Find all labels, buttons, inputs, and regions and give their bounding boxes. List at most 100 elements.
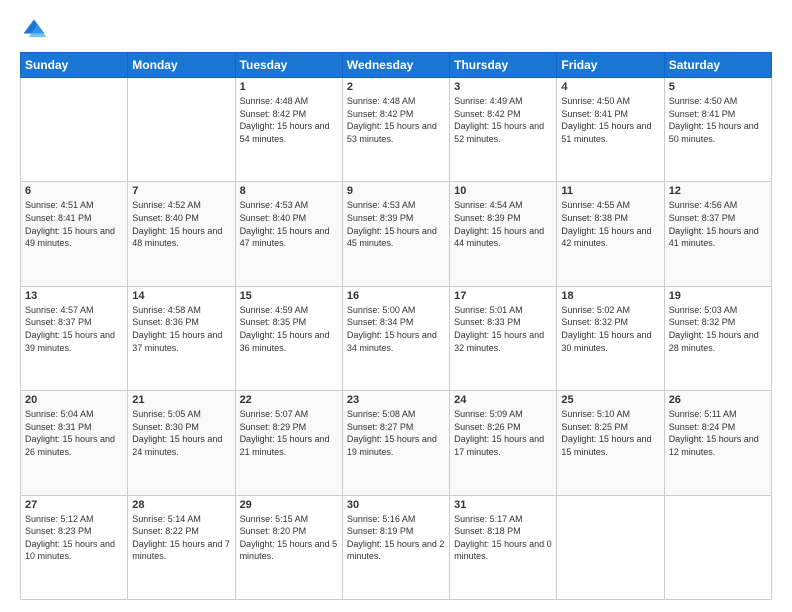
day-info: Sunrise: 5:01 AMSunset: 8:33 PMDaylight:…	[454, 305, 544, 353]
header	[20, 16, 772, 44]
day-cell	[664, 495, 771, 599]
day-number: 10	[454, 185, 552, 197]
day-info: Sunrise: 5:09 AMSunset: 8:26 PMDaylight:…	[454, 409, 544, 457]
day-cell: 1 Sunrise: 4:48 AMSunset: 8:42 PMDayligh…	[235, 78, 342, 182]
day-cell: 21 Sunrise: 5:05 AMSunset: 8:30 PMDaylig…	[128, 391, 235, 495]
day-number: 23	[347, 394, 445, 406]
day-number: 26	[669, 394, 767, 406]
day-info: Sunrise: 4:55 AMSunset: 8:38 PMDaylight:…	[561, 200, 651, 248]
day-cell: 23 Sunrise: 5:08 AMSunset: 8:27 PMDaylig…	[342, 391, 449, 495]
day-number: 16	[347, 290, 445, 302]
day-number: 14	[132, 290, 230, 302]
day-number: 20	[25, 394, 123, 406]
weekday-header-row: SundayMondayTuesdayWednesdayThursdayFrid…	[21, 53, 772, 78]
day-cell: 25 Sunrise: 5:10 AMSunset: 8:25 PMDaylig…	[557, 391, 664, 495]
day-cell: 31 Sunrise: 5:17 AMSunset: 8:18 PMDaylig…	[450, 495, 557, 599]
page: SundayMondayTuesdayWednesdayThursdayFrid…	[0, 0, 792, 612]
day-cell: 30 Sunrise: 5:16 AMSunset: 8:19 PMDaylig…	[342, 495, 449, 599]
day-info: Sunrise: 4:56 AMSunset: 8:37 PMDaylight:…	[669, 200, 759, 248]
day-info: Sunrise: 5:17 AMSunset: 8:18 PMDaylight:…	[454, 514, 552, 562]
day-number: 17	[454, 290, 552, 302]
day-cell: 15 Sunrise: 4:59 AMSunset: 8:35 PMDaylig…	[235, 286, 342, 390]
day-info: Sunrise: 5:08 AMSunset: 8:27 PMDaylight:…	[347, 409, 437, 457]
day-cell: 16 Sunrise: 5:00 AMSunset: 8:34 PMDaylig…	[342, 286, 449, 390]
day-info: Sunrise: 4:53 AMSunset: 8:39 PMDaylight:…	[347, 200, 437, 248]
day-cell: 10 Sunrise: 4:54 AMSunset: 8:39 PMDaylig…	[450, 182, 557, 286]
day-number: 11	[561, 185, 659, 197]
week-row-2: 6 Sunrise: 4:51 AMSunset: 8:41 PMDayligh…	[21, 182, 772, 286]
day-number: 9	[347, 185, 445, 197]
day-cell: 17 Sunrise: 5:01 AMSunset: 8:33 PMDaylig…	[450, 286, 557, 390]
day-info: Sunrise: 4:57 AMSunset: 8:37 PMDaylight:…	[25, 305, 115, 353]
day-info: Sunrise: 5:14 AMSunset: 8:22 PMDaylight:…	[132, 514, 230, 562]
day-number: 4	[561, 81, 659, 93]
weekday-header-monday: Monday	[128, 53, 235, 78]
day-cell: 22 Sunrise: 5:07 AMSunset: 8:29 PMDaylig…	[235, 391, 342, 495]
day-cell: 24 Sunrise: 5:09 AMSunset: 8:26 PMDaylig…	[450, 391, 557, 495]
day-cell: 26 Sunrise: 5:11 AMSunset: 8:24 PMDaylig…	[664, 391, 771, 495]
logo-icon	[20, 16, 48, 44]
day-cell: 13 Sunrise: 4:57 AMSunset: 8:37 PMDaylig…	[21, 286, 128, 390]
day-number: 19	[669, 290, 767, 302]
day-number: 29	[240, 499, 338, 511]
day-number: 25	[561, 394, 659, 406]
day-info: Sunrise: 5:11 AMSunset: 8:24 PMDaylight:…	[669, 409, 759, 457]
day-info: Sunrise: 4:48 AMSunset: 8:42 PMDaylight:…	[347, 96, 437, 144]
day-cell: 4 Sunrise: 4:50 AMSunset: 8:41 PMDayligh…	[557, 78, 664, 182]
week-row-1: 1 Sunrise: 4:48 AMSunset: 8:42 PMDayligh…	[21, 78, 772, 182]
day-info: Sunrise: 5:00 AMSunset: 8:34 PMDaylight:…	[347, 305, 437, 353]
day-info: Sunrise: 5:15 AMSunset: 8:20 PMDaylight:…	[240, 514, 338, 562]
day-info: Sunrise: 5:02 AMSunset: 8:32 PMDaylight:…	[561, 305, 651, 353]
day-number: 27	[25, 499, 123, 511]
day-number: 3	[454, 81, 552, 93]
day-cell: 18 Sunrise: 5:02 AMSunset: 8:32 PMDaylig…	[557, 286, 664, 390]
day-number: 2	[347, 81, 445, 93]
day-cell: 14 Sunrise: 4:58 AMSunset: 8:36 PMDaylig…	[128, 286, 235, 390]
day-number: 1	[240, 81, 338, 93]
week-row-5: 27 Sunrise: 5:12 AMSunset: 8:23 PMDaylig…	[21, 495, 772, 599]
day-cell: 12 Sunrise: 4:56 AMSunset: 8:37 PMDaylig…	[664, 182, 771, 286]
day-number: 13	[25, 290, 123, 302]
day-cell: 6 Sunrise: 4:51 AMSunset: 8:41 PMDayligh…	[21, 182, 128, 286]
day-number: 12	[669, 185, 767, 197]
weekday-header-wednesday: Wednesday	[342, 53, 449, 78]
day-number: 24	[454, 394, 552, 406]
day-cell: 11 Sunrise: 4:55 AMSunset: 8:38 PMDaylig…	[557, 182, 664, 286]
day-cell: 19 Sunrise: 5:03 AMSunset: 8:32 PMDaylig…	[664, 286, 771, 390]
day-number: 22	[240, 394, 338, 406]
day-cell	[21, 78, 128, 182]
week-row-4: 20 Sunrise: 5:04 AMSunset: 8:31 PMDaylig…	[21, 391, 772, 495]
day-number: 30	[347, 499, 445, 511]
day-cell: 9 Sunrise: 4:53 AMSunset: 8:39 PMDayligh…	[342, 182, 449, 286]
week-row-3: 13 Sunrise: 4:57 AMSunset: 8:37 PMDaylig…	[21, 286, 772, 390]
day-cell	[557, 495, 664, 599]
day-info: Sunrise: 5:10 AMSunset: 8:25 PMDaylight:…	[561, 409, 651, 457]
day-number: 15	[240, 290, 338, 302]
day-cell: 7 Sunrise: 4:52 AMSunset: 8:40 PMDayligh…	[128, 182, 235, 286]
day-info: Sunrise: 5:05 AMSunset: 8:30 PMDaylight:…	[132, 409, 222, 457]
day-number: 7	[132, 185, 230, 197]
day-info: Sunrise: 5:03 AMSunset: 8:32 PMDaylight:…	[669, 305, 759, 353]
day-info: Sunrise: 5:07 AMSunset: 8:29 PMDaylight:…	[240, 409, 330, 457]
weekday-header-tuesday: Tuesday	[235, 53, 342, 78]
day-number: 21	[132, 394, 230, 406]
weekday-header-friday: Friday	[557, 53, 664, 78]
day-cell: 29 Sunrise: 5:15 AMSunset: 8:20 PMDaylig…	[235, 495, 342, 599]
day-number: 6	[25, 185, 123, 197]
day-cell: 28 Sunrise: 5:14 AMSunset: 8:22 PMDaylig…	[128, 495, 235, 599]
day-info: Sunrise: 4:51 AMSunset: 8:41 PMDaylight:…	[25, 200, 115, 248]
day-number: 31	[454, 499, 552, 511]
day-info: Sunrise: 4:48 AMSunset: 8:42 PMDaylight:…	[240, 96, 330, 144]
day-info: Sunrise: 5:04 AMSunset: 8:31 PMDaylight:…	[25, 409, 115, 457]
day-number: 18	[561, 290, 659, 302]
day-cell: 2 Sunrise: 4:48 AMSunset: 8:42 PMDayligh…	[342, 78, 449, 182]
day-info: Sunrise: 4:50 AMSunset: 8:41 PMDaylight:…	[669, 96, 759, 144]
day-cell: 8 Sunrise: 4:53 AMSunset: 8:40 PMDayligh…	[235, 182, 342, 286]
weekday-header-thursday: Thursday	[450, 53, 557, 78]
weekday-header-sunday: Sunday	[21, 53, 128, 78]
day-info: Sunrise: 5:16 AMSunset: 8:19 PMDaylight:…	[347, 514, 445, 562]
day-info: Sunrise: 4:49 AMSunset: 8:42 PMDaylight:…	[454, 96, 544, 144]
day-info: Sunrise: 4:53 AMSunset: 8:40 PMDaylight:…	[240, 200, 330, 248]
day-cell: 27 Sunrise: 5:12 AMSunset: 8:23 PMDaylig…	[21, 495, 128, 599]
day-number: 5	[669, 81, 767, 93]
